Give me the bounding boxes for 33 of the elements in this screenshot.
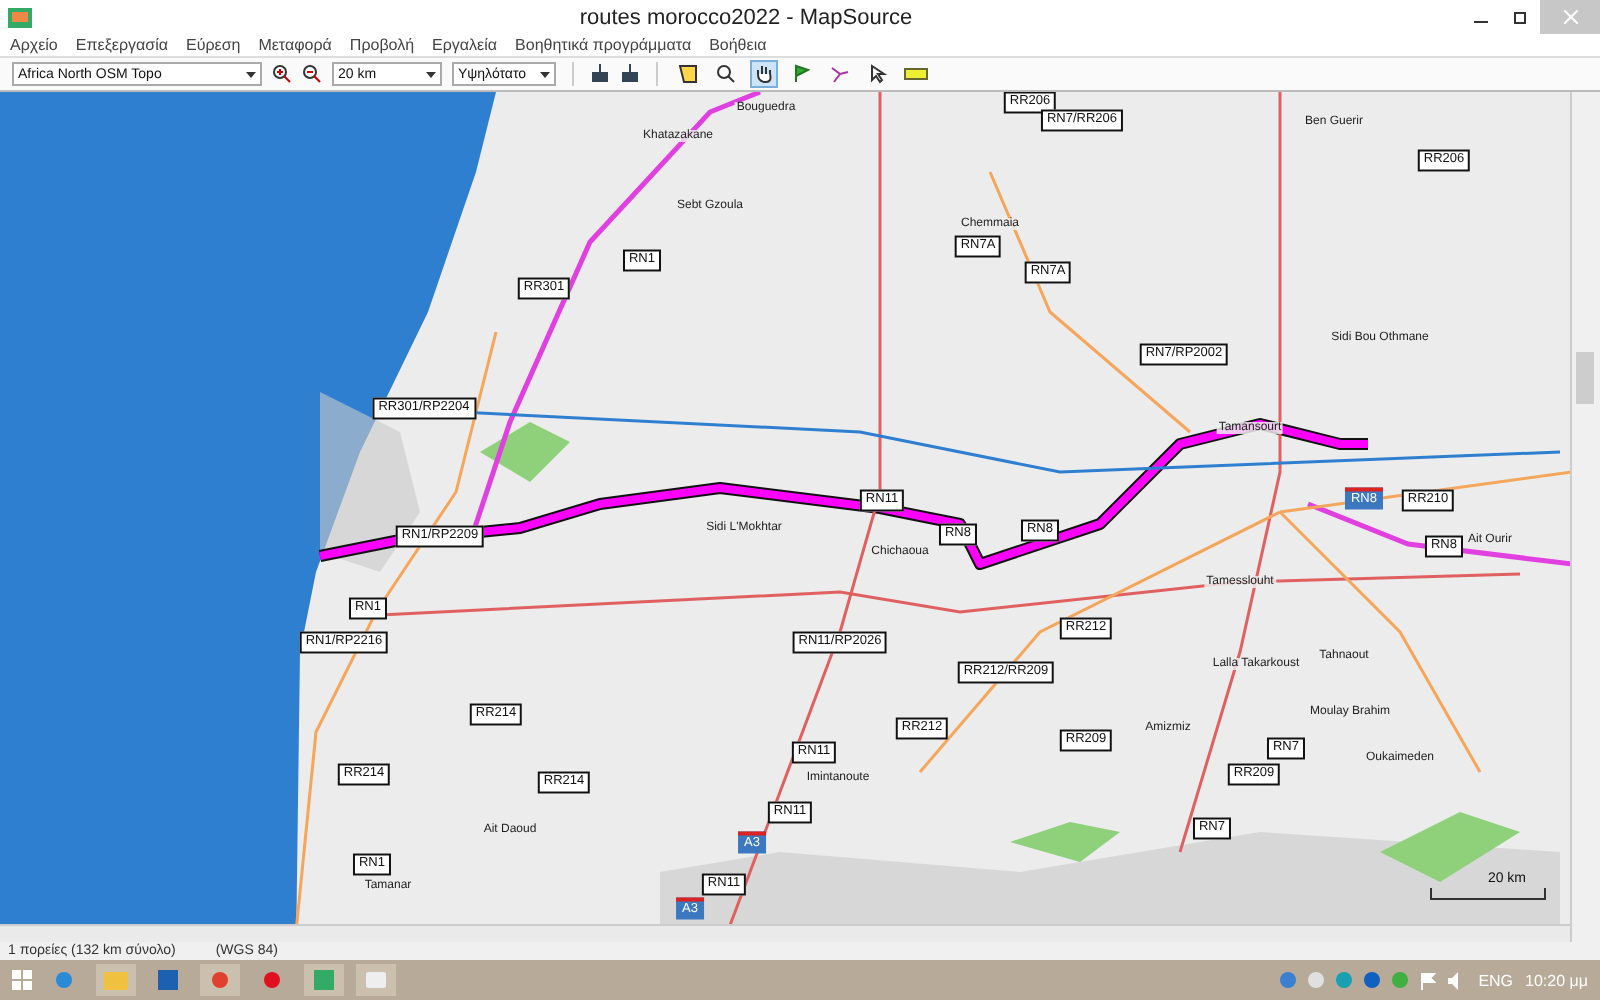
dropdown-caret-icon [426, 71, 436, 77]
scroll-thumb[interactable] [1576, 352, 1594, 404]
dropdown-caret-icon [540, 71, 550, 77]
app-icon [8, 7, 32, 27]
menu-item[interactable]: Εργαλεία [432, 36, 498, 54]
area-select-icon [678, 64, 698, 84]
windows-start-icon[interactable] [12, 970, 32, 990]
menu-item[interactable]: Βοήθεια [709, 36, 767, 54]
route-icon [830, 64, 850, 84]
flag-icon[interactable] [1420, 971, 1437, 989]
close-icon [1563, 10, 1577, 24]
ruler-icon [904, 68, 928, 80]
menu-item[interactable]: Επεξεργασία [75, 36, 168, 54]
zoom-out-icon[interactable] [302, 64, 322, 84]
menu-item[interactable]: Βοηθητικά προγράμματα [515, 36, 692, 54]
hand-icon [754, 64, 774, 84]
map-tool-button[interactable] [712, 60, 740, 88]
map-tool-button[interactable] [750, 60, 778, 88]
vertical-scrollbar[interactable] [1570, 92, 1600, 942]
dropdown-caret-icon [246, 71, 256, 77]
scale-bar [1430, 888, 1546, 900]
zoom-in-icon[interactable] [272, 64, 292, 84]
horizontal-scrollbar[interactable] [0, 924, 1570, 942]
pointer-icon [868, 64, 888, 84]
menu-item[interactable]: Προβολή [349, 36, 415, 54]
menu-item[interactable]: Μεταφορά [258, 36, 332, 54]
zoom-icon [716, 64, 736, 84]
restore-icon [1513, 10, 1527, 24]
menu-item[interactable]: Αρχείο [10, 36, 58, 54]
menu-item[interactable]: Εύρεση [185, 36, 241, 54]
map-tool-button[interactable] [674, 60, 702, 88]
flag-icon [792, 64, 812, 84]
window-title: routes morocco2022 - MapSource [577, 5, 915, 29]
